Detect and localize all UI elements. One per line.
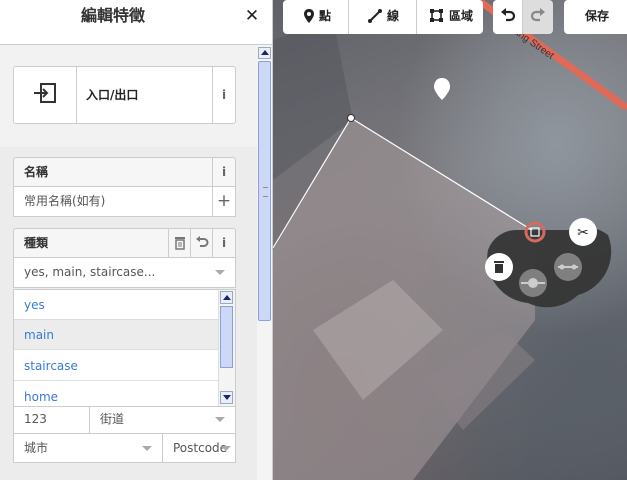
- redo-icon: [531, 8, 545, 22]
- name-input[interactable]: 常用名稱(如有) +: [13, 187, 236, 217]
- scissors-icon: ✂: [577, 225, 589, 241]
- add-point-button[interactable]: 點: [283, 0, 349, 34]
- close-icon: ✕: [244, 6, 260, 26]
- scrollbar-thumb[interactable]: [258, 61, 271, 321]
- housenumber-input[interactable]: 123: [13, 404, 90, 434]
- close-button[interactable]: ✕: [239, 6, 265, 26]
- info-icon: i: [221, 88, 227, 102]
- name-input-placeholder: 常用名稱(如有): [24, 194, 106, 208]
- dropdown-scrollbar-thumb[interactable]: [220, 306, 233, 368]
- straighten-button[interactable]: [554, 253, 582, 281]
- add-localized-name-button[interactable]: +: [212, 187, 235, 216]
- dropdown-option[interactable]: yes: [14, 290, 218, 320]
- postcode-input[interactable]: Postcode: [162, 433, 236, 463]
- type-info-button[interactable]: i: [212, 229, 235, 257]
- disconnect-button[interactable]: [519, 269, 547, 297]
- housenumber-placeholder: 123: [24, 412, 47, 426]
- chevron-down-icon[interactable]: [142, 446, 152, 451]
- name-field-label: 名稱 i: [13, 157, 236, 187]
- preset-info-button[interactable]: i: [212, 67, 235, 123]
- type-combo-value: yes, main, staircase...: [24, 265, 156, 279]
- map-pin-icon[interactable]: [434, 78, 450, 100]
- point-label: 點: [319, 9, 332, 23]
- line-icon: [368, 9, 382, 23]
- info-icon: i: [221, 236, 227, 250]
- add-area-button[interactable]: 區域: [417, 0, 483, 34]
- sidebar-header: 編輯特徵 ✕: [0, 0, 272, 45]
- dropdown-option[interactable]: home: [14, 382, 218, 406]
- undo-icon: [196, 236, 209, 247]
- info-icon: i: [221, 165, 227, 179]
- chevron-down-icon[interactable]: [215, 417, 225, 422]
- save-button[interactable]: 保存: [564, 0, 627, 34]
- street-input[interactable]: 街道: [89, 404, 236, 434]
- type-label: 種類: [24, 236, 49, 250]
- scroll-up-arrow-icon[interactable]: [220, 291, 233, 304]
- scroll-down-arrow-icon[interactable]: [220, 391, 233, 404]
- point-icon: [304, 9, 314, 23]
- save-label: 保存: [585, 9, 610, 23]
- area-icon: [430, 9, 443, 22]
- split-button[interactable]: ✂: [569, 218, 597, 246]
- chevron-down-icon[interactable]: [215, 270, 225, 275]
- radial-edit-menu: ✂: [485, 218, 612, 308]
- dropdown-option[interactable]: main: [14, 320, 218, 350]
- vertex[interactable]: [347, 114, 355, 122]
- add-line-button[interactable]: 線: [349, 0, 417, 34]
- dropdown-scrollbar[interactable]: [218, 290, 235, 406]
- map-canvas[interactable]: Yuchang Street ✂: [273, 0, 627, 480]
- dropdown-option[interactable]: staircase: [14, 351, 218, 381]
- entrance-icon: [14, 67, 77, 123]
- plus-icon: +: [216, 191, 232, 211]
- remove-field-button[interactable]: [168, 229, 191, 257]
- street-placeholder: 街道: [100, 412, 125, 426]
- inspector-sidebar: 編輯特徵 ✕ 入口/出口 i 名稱 i 常用名稱(如有) + 種類 i yes,…: [0, 0, 273, 480]
- preset-name: 入口/出口: [86, 88, 139, 102]
- preset-selector[interactable]: 入口/出口 i: [13, 66, 236, 124]
- type-field-label: 種類 i: [13, 228, 236, 258]
- name-label: 名稱: [24, 165, 49, 179]
- redo-button[interactable]: [523, 0, 553, 34]
- city-input[interactable]: 城市: [13, 433, 163, 463]
- sidebar-title: 編輯特徵: [80, 6, 145, 25]
- undo-button[interactable]: [493, 0, 523, 34]
- scroll-up-arrow-icon[interactable]: [258, 47, 271, 59]
- chevron-down-icon[interactable]: [221, 446, 231, 451]
- undo-field-button[interactable]: [190, 229, 213, 257]
- area-label: 區域: [449, 9, 474, 23]
- postcode-placeholder: Postcode: [173, 441, 228, 455]
- trash-icon: [175, 237, 185, 250]
- type-dropdown-list: yes main staircase home: [13, 289, 236, 407]
- line-label: 線: [387, 9, 400, 23]
- city-placeholder: 城市: [24, 441, 49, 455]
- type-combo-input[interactable]: yes, main, staircase...: [13, 258, 236, 288]
- delete-button[interactable]: [485, 253, 513, 281]
- name-info-button[interactable]: i: [212, 158, 235, 186]
- undo-icon: [501, 8, 515, 22]
